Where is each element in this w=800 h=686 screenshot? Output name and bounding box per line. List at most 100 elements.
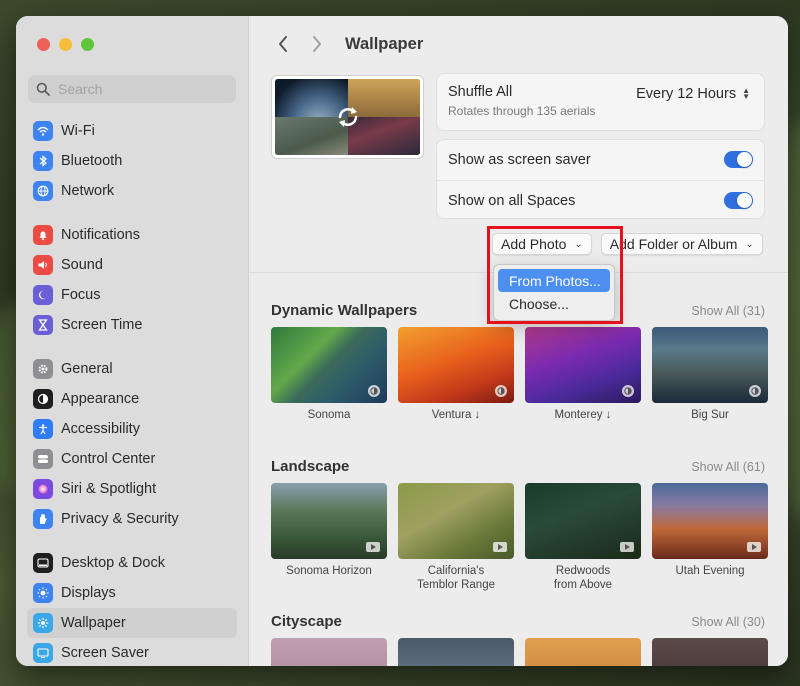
add-folder-button[interactable]: Add Folder or Album ⌄	[600, 233, 763, 255]
toggle-label: Show on all Spaces	[448, 192, 576, 209]
close-window-button[interactable]	[37, 37, 50, 51]
sidebar-item-label: Siri & Spotlight	[61, 481, 157, 497]
control-center-icon	[33, 449, 53, 469]
search-input[interactable]	[58, 81, 228, 97]
wallpaper-tile[interactable]	[652, 638, 768, 666]
sidebar-item-sound[interactable]: Sound	[27, 250, 237, 280]
sidebar-group: Desktop & Dock Displays Wallpaper Screen Sa…	[16, 548, 248, 666]
menu-item-from-photos[interactable]: From Photos...	[498, 269, 610, 292]
window-controls	[16, 34, 248, 54]
show-all-button[interactable]: Show All (30)	[691, 615, 765, 629]
wallpaper-tile[interactable]: Utah Evening	[652, 483, 768, 592]
dynamic-icon	[368, 385, 380, 397]
shuffle-icon	[338, 107, 357, 127]
minimize-window-button[interactable]	[59, 37, 72, 51]
section-title: Landscape	[271, 458, 350, 475]
wallpaper-tile[interactable]: California's Temblor Range	[398, 483, 514, 592]
sidebar-item-displays[interactable]: Displays	[27, 578, 237, 608]
all-spaces-switch[interactable]	[724, 192, 753, 209]
add-photo-label: Add Photo	[501, 236, 567, 252]
wallpaper-label: Monterey ↓	[554, 409, 612, 421]
shuffle-subtitle: Rotates through 135 aerials	[448, 104, 596, 118]
wallpaper-label: Utah Evening	[675, 565, 745, 577]
sidebar-item-general[interactable]: General	[27, 354, 237, 384]
wallpaper-thumbnail	[398, 638, 514, 666]
sidebar-item-desktop-dock[interactable]: Desktop & Dock	[27, 548, 237, 578]
wallpaper-label: Sonoma	[307, 409, 351, 421]
sidebar-item-notifications[interactable]: Notifications	[27, 220, 237, 250]
sidebar-item-focus[interactable]: Focus	[27, 280, 237, 310]
wallpaper-tile[interactable]: Sonoma Horizon	[271, 483, 387, 592]
sidebar-item-network[interactable]: Network	[27, 176, 237, 206]
chevron-left-icon	[279, 36, 287, 52]
wifi-icon	[33, 121, 53, 141]
sidebar-item-screen-saver[interactable]: Screen Saver	[27, 638, 237, 666]
shuffle-frequency-select[interactable]: Every 12 Hours ▲ ▼	[636, 86, 750, 102]
show-all-button[interactable]: Show All (61)	[691, 460, 765, 474]
screen-saver-switch[interactable]	[724, 151, 753, 168]
sidebar-item-label: Wi-Fi	[61, 123, 95, 139]
sidebar-item-label: Accessibility	[61, 421, 140, 437]
sidebar-item-privacy-security[interactable]: Privacy & Security	[27, 504, 237, 534]
main-pane: Wallpaper Shuffle All Rotates through 13…	[249, 16, 788, 666]
globe-icon	[33, 181, 53, 201]
add-folder-label: Add Folder or Album	[609, 236, 738, 252]
wallpaper-label: Ventura ↓	[431, 409, 481, 421]
sidebar-item-label: Network	[61, 183, 115, 199]
sidebar-item-label: Focus	[61, 287, 101, 303]
bell-icon	[33, 225, 53, 245]
sidebar-item-label: Control Center	[61, 451, 156, 467]
wallpaper-tile[interactable]	[525, 638, 641, 666]
sidebar-item-bluetooth[interactable]: Bluetooth	[27, 146, 237, 176]
video-icon	[620, 542, 634, 552]
wallpaper-preview-image	[275, 79, 420, 155]
sidebar-item-label: Displays	[61, 585, 116, 601]
zoom-window-button[interactable]	[81, 37, 94, 51]
sidebar-item-label: General	[61, 361, 113, 377]
accessibility-icon	[33, 419, 53, 439]
screen-saver-icon	[33, 643, 53, 663]
forward-button[interactable]	[305, 36, 329, 52]
wallpaper-thumbnail	[652, 638, 768, 666]
wallpaper-tile[interactable]: Big Sur	[652, 327, 768, 422]
sidebar-search[interactable]	[28, 75, 236, 103]
wallpaper-thumbnail	[652, 483, 768, 559]
siri-icon	[33, 479, 53, 499]
updown-chevron-icon: ▲ ▼	[742, 86, 750, 101]
toggle-row-screen-saver: Show as screen saver	[437, 140, 764, 180]
gear-icon	[33, 359, 53, 379]
wallpaper-thumbnail	[398, 327, 514, 403]
sidebar-item-screen-time[interactable]: Screen Time	[27, 310, 237, 340]
wallpaper-thumbnail	[271, 483, 387, 559]
sidebar: Wi-Fi Bluetooth Network Notifications Sound F…	[16, 16, 249, 666]
wallpaper-thumbnail	[525, 327, 641, 403]
dynamic-icon	[495, 385, 507, 397]
add-photo-button[interactable]: Add Photo ⌄	[492, 233, 592, 255]
video-icon	[493, 542, 507, 552]
wallpaper-preview[interactable]	[271, 75, 424, 159]
wallpaper-label: Sonoma Horizon	[286, 565, 372, 577]
sidebar-item-accessibility[interactable]: Accessibility	[27, 414, 237, 444]
back-button[interactable]	[271, 36, 295, 52]
menu-item-choose[interactable]: Choose...	[498, 292, 610, 315]
toggle-row-all-spaces: Show on all Spaces	[437, 180, 764, 220]
sidebar-item-siri-spotlight[interactable]: Siri & Spotlight	[27, 474, 237, 504]
sidebar-item-label: Screen Saver	[61, 645, 149, 661]
wallpaper-tile[interactable]	[398, 638, 514, 666]
wallpaper-tile[interactable]: Monterey ↓	[525, 327, 641, 422]
sidebar-item-control-center[interactable]: Control Center	[27, 444, 237, 474]
show-all-button[interactable]: Show All (31)	[691, 304, 765, 318]
toggle-label: Show as screen saver	[448, 152, 591, 168]
hourglass-icon	[33, 315, 53, 335]
bluetooth-icon	[33, 151, 53, 171]
sidebar-item-label: Sound	[61, 257, 103, 273]
sidebar-item-wallpaper[interactable]: Wallpaper	[27, 608, 237, 638]
wallpaper-tile[interactable]: Ventura ↓	[398, 327, 514, 422]
hand-icon	[33, 509, 53, 529]
wallpaper-tile[interactable]	[271, 638, 387, 666]
sidebar-item-appearance[interactable]: Appearance	[27, 384, 237, 414]
sidebar-item-wi-fi[interactable]: Wi-Fi	[27, 116, 237, 146]
thumbnail-row: Sonoma Horizon California's Temblor Range…	[271, 483, 768, 592]
wallpaper-tile[interactable]: Sonoma	[271, 327, 387, 422]
wallpaper-tile[interactable]: Redwoods from Above	[525, 483, 641, 592]
